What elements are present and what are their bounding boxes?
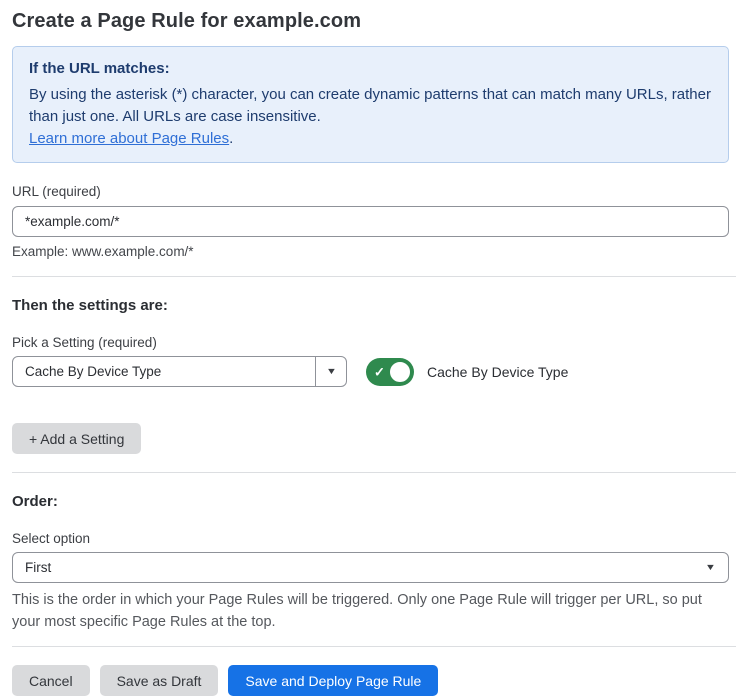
url-example-helper: Example: www.example.com/* xyxy=(12,244,736,259)
settings-section-heading: Then the settings are: xyxy=(12,297,736,314)
url-match-info-box: If the URL matches: By using the asteris… xyxy=(12,46,729,163)
toggle-knob xyxy=(388,360,412,384)
order-select-row: First ▼ xyxy=(12,552,736,583)
checkmark-icon: ✓ xyxy=(374,365,385,378)
learn-more-link[interactable]: Learn more about Page Rules xyxy=(29,130,229,147)
divider xyxy=(12,646,736,647)
actions-row: Cancel Save as Draft Save and Deploy Pag… xyxy=(12,665,736,696)
setting-select-value: Cache By Device Type xyxy=(13,364,315,379)
setting-select[interactable]: Cache By Device Type ▼ xyxy=(12,356,347,387)
info-box-body: By using the asterisk (*) character, you… xyxy=(29,84,712,128)
cancel-button[interactable]: Cancel xyxy=(12,665,90,696)
save-and-deploy-button[interactable]: Save and Deploy Page Rule xyxy=(228,665,438,696)
pick-setting-label: Pick a Setting (required) xyxy=(12,335,736,350)
toggle-label: Cache By Device Type xyxy=(427,364,568,380)
chevron-down-icon: ▼ xyxy=(705,563,716,572)
save-as-draft-button[interactable]: Save as Draft xyxy=(100,665,219,696)
info-box-heading: If the URL matches: xyxy=(29,58,712,80)
order-select-label: Select option xyxy=(12,531,736,546)
order-helper-text: This is the order in which your Page Rul… xyxy=(12,589,734,633)
order-select-value: First xyxy=(13,560,706,575)
cache-device-toggle[interactable]: ✓ xyxy=(366,358,414,386)
url-field-label: URL (required) xyxy=(12,184,736,199)
order-select[interactable]: First ▼ xyxy=(12,552,729,583)
page-title: Create a Page Rule for example.com xyxy=(12,8,736,34)
divider xyxy=(12,472,736,473)
add-setting-button[interactable]: + Add a Setting xyxy=(12,423,141,454)
divider xyxy=(12,276,736,277)
url-input[interactable] xyxy=(12,206,729,237)
setting-select-arrow-button[interactable]: ▼ xyxy=(315,357,346,386)
link-period: . xyxy=(229,130,233,147)
info-box-link-line: Learn more about Page Rules. xyxy=(29,128,712,150)
order-select-caret-wrap: ▼ xyxy=(706,563,728,572)
setting-row: Cache By Device Type ▼ ✓ Cache By Device… xyxy=(12,356,736,387)
chevron-down-icon: ▼ xyxy=(325,367,336,376)
order-section-heading: Order: xyxy=(12,493,736,510)
